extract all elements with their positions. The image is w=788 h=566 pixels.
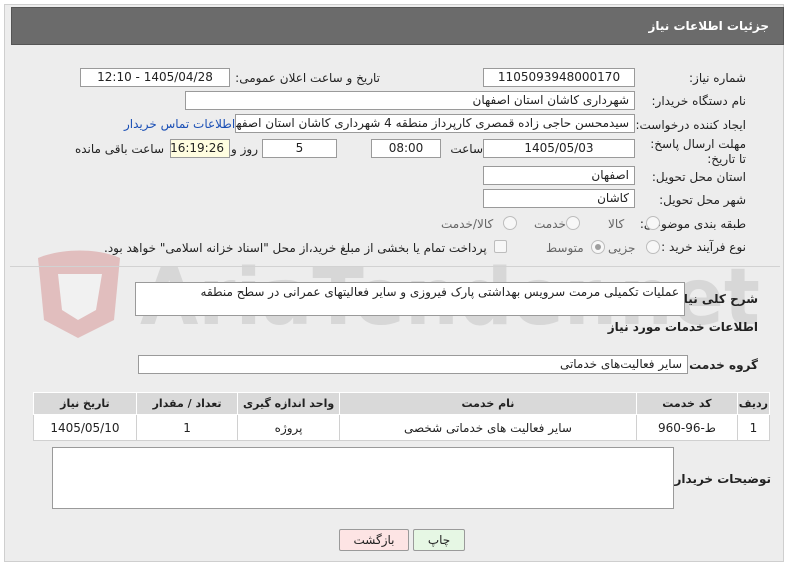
col-row-header: ردیف bbox=[736, 392, 771, 415]
summary-text: عملیات تکمیلی مرمت سرویس بهداشتی پارک فی… bbox=[200, 285, 679, 299]
col-unit-header: واحد اندازه گیری bbox=[237, 392, 340, 415]
remaining-time-field: 16:19:26 bbox=[170, 139, 230, 158]
deadline-date-field: 1405/05/03 bbox=[483, 139, 635, 158]
creator-label: ایجاد کننده درخواست: bbox=[635, 118, 746, 132]
process-minor-radio[interactable] bbox=[646, 240, 660, 254]
deadline-label: مهلت ارسال پاسخ: تا تاریخ: bbox=[650, 137, 746, 166]
buyer-org-label: نام دستگاه خریدار: bbox=[651, 94, 747, 108]
category-service-radio[interactable] bbox=[566, 216, 580, 230]
process-minor-label: جزیی bbox=[608, 241, 636, 255]
process-medium-label: متوسط bbox=[546, 241, 584, 255]
buyer-notes-label: توضیحات خریدار: bbox=[669, 472, 771, 486]
col-code-header: کد خدمت bbox=[636, 392, 738, 415]
cell-qty: 1 bbox=[135, 414, 239, 441]
section-divider bbox=[10, 266, 780, 267]
remaining-time-label: ساعت باقی مانده bbox=[74, 142, 164, 156]
days-label: روز و bbox=[231, 142, 258, 156]
treasury-payment-checkbox[interactable] bbox=[494, 240, 507, 253]
need-number-field: 1105093948000170 bbox=[483, 68, 635, 87]
table-header-row: ردیف کد خدمت نام خدمت واحد اندازه گیری ت… bbox=[33, 392, 771, 415]
page-title: جزئیات اطلاعات نیاز bbox=[11, 7, 784, 45]
cell-name: سایر فعالیت های خدماتی شخصی bbox=[338, 414, 638, 441]
category-goods-radio[interactable] bbox=[646, 216, 660, 230]
col-name-header: نام خدمت bbox=[338, 392, 638, 415]
print-button[interactable]: چاپ bbox=[413, 529, 465, 551]
process-medium-radio[interactable] bbox=[591, 240, 605, 254]
category-goods-label: کالا bbox=[608, 217, 625, 231]
summary-textarea: عملیات تکمیلی مرمت سرویس بهداشتی پارک فی… bbox=[135, 282, 685, 316]
services-table: ردیف کد خدمت نام خدمت واحد اندازه گیری ت… bbox=[33, 392, 771, 441]
announce-label: تاریخ و ساعت اعلان عمومی: bbox=[235, 71, 380, 85]
col-qty-header: تعداد / مقدار bbox=[135, 392, 239, 415]
table-row: 1 ط-96-960 سایر فعالیت های خدماتی شخصی پ… bbox=[33, 414, 771, 441]
deadline-time-field: 08:00 bbox=[371, 139, 441, 158]
category-goods-service-label: کالا/خدمت bbox=[441, 217, 494, 231]
creator-field: سیدمحسن حاجی زاده قمصری کارپرداز منطقه 4… bbox=[235, 114, 635, 133]
category-service-label: خدمت bbox=[534, 217, 566, 231]
need-number-label: شماره نیاز: bbox=[689, 71, 746, 85]
city-label: شهر محل تحویل: bbox=[659, 193, 746, 207]
buyer-notes-textarea bbox=[52, 447, 674, 509]
cell-row: 1 bbox=[736, 414, 771, 441]
cell-date: 1405/05/10 bbox=[33, 414, 137, 441]
province-label: استان محل تحویل: bbox=[651, 170, 746, 184]
services-section-title: اطلاعات خدمات مورد نیاز bbox=[607, 320, 758, 334]
service-group-label: گروه خدمت: bbox=[684, 358, 758, 372]
cell-code: ط-96-960 bbox=[636, 414, 738, 441]
process-label: نوع فرآیند خرید : bbox=[661, 240, 746, 254]
back-button[interactable]: بازگشت bbox=[339, 529, 409, 551]
service-group-field: سایر فعالیت‌های خدماتی bbox=[138, 355, 688, 374]
deadline-time-label: ساعت bbox=[450, 142, 483, 156]
announce-field: 1405/04/28 - 12:10 bbox=[80, 68, 230, 87]
province-field: اصفهان bbox=[483, 166, 635, 185]
category-goods-service-radio[interactable] bbox=[503, 216, 517, 230]
col-date-header: تاریخ نیاز bbox=[33, 392, 137, 415]
contact-info-link[interactable]: اطلاعات تماس خریدار bbox=[124, 117, 235, 131]
treasury-payment-note: پرداخت تمام یا بخشی از مبلغ خرید،از محل … bbox=[104, 241, 487, 255]
cell-unit: پروژه bbox=[237, 414, 340, 441]
buyer-org-field: شهرداری کاشان استان اصفهان bbox=[185, 91, 635, 110]
city-field: کاشان bbox=[483, 189, 635, 208]
days-field: 5 bbox=[262, 139, 337, 158]
